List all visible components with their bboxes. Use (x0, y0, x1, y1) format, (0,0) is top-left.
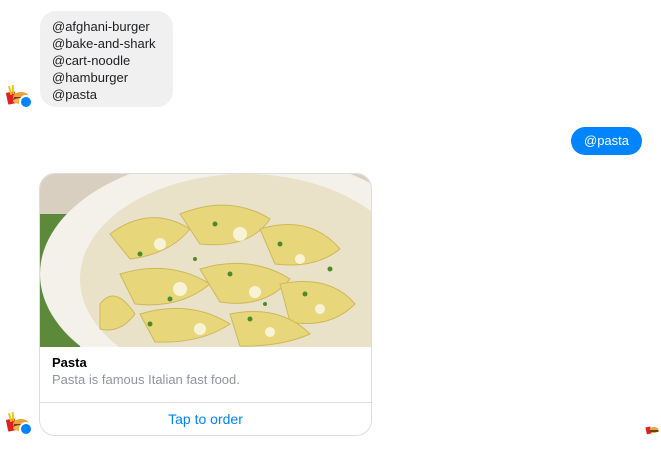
card-body: Pasta Pasta is famous Italian fast food. (40, 347, 371, 403)
bot-avatar[interactable] (5, 82, 33, 109)
product-card: Pasta Pasta is famous Italian fast food.… (39, 173, 372, 436)
card-subtitle: Pasta is famous Italian fast food. (52, 372, 240, 387)
bot-avatar[interactable] (5, 409, 33, 436)
tap-to-order-button[interactable]: Tap to order (40, 403, 371, 435)
seen-avatar-icon (645, 426, 659, 435)
outgoing-message-bubble: @pasta (571, 127, 642, 155)
messenger-badge-icon (19, 95, 33, 109)
message-line: @afghani-burger (52, 19, 150, 34)
card-title: Pasta (52, 355, 87, 370)
pasta-dish-photo (40, 174, 371, 347)
message-line: @cart-noodle (52, 53, 131, 68)
message-line: @bake-and-shark (52, 36, 156, 51)
incoming-message-bubble: @afghani-burger @bake-and-shark @cart-no… (40, 11, 173, 107)
message-line: @hamburger (52, 70, 129, 85)
messenger-badge-icon (19, 422, 33, 436)
message-line: @pasta (52, 87, 97, 102)
